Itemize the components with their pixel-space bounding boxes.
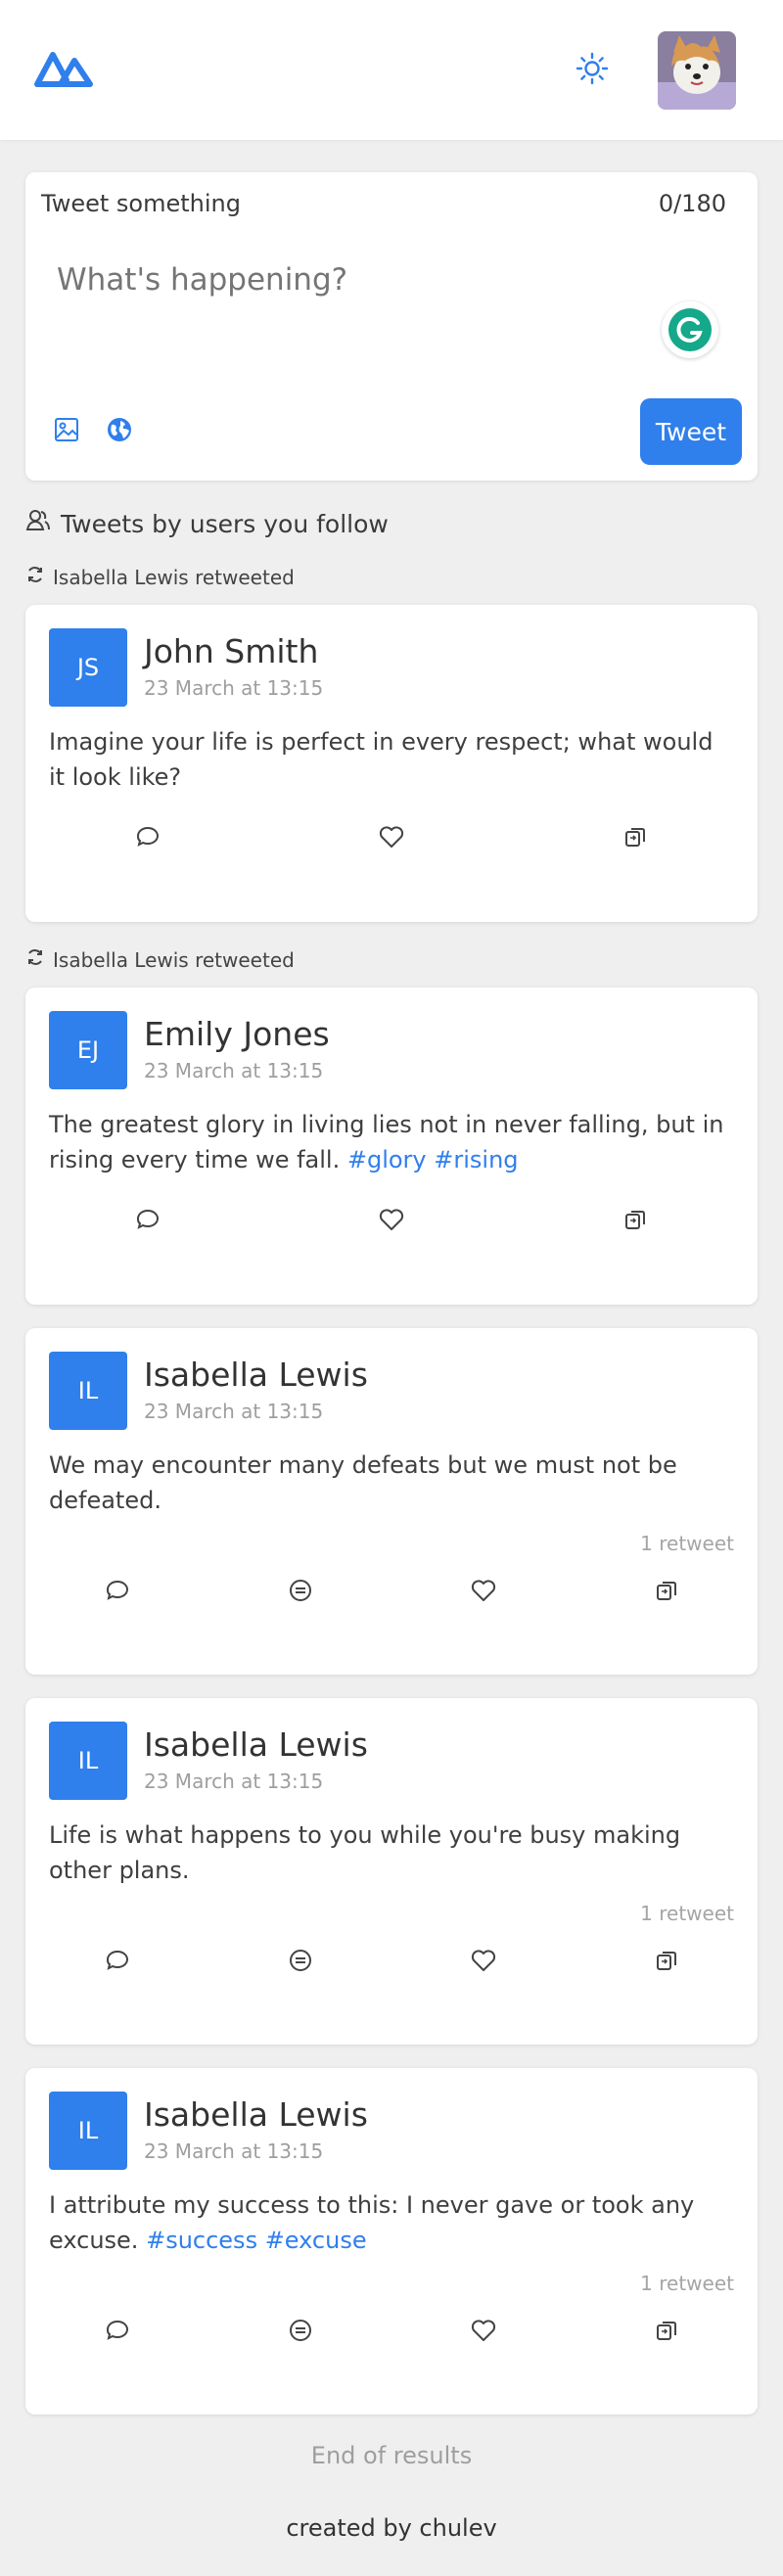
compose-title: Tweet something bbox=[41, 190, 241, 217]
top-bar bbox=[0, 0, 783, 140]
retweet-notice: Isabella Lewis retweeted bbox=[25, 947, 758, 972]
retweet-notice-text: Isabella Lewis retweeted bbox=[53, 947, 295, 972]
share-icon[interactable] bbox=[575, 1578, 758, 1603]
tweet-card[interactable]: IL Isabella Lewis 23 March at 13:15 Life… bbox=[25, 1698, 758, 2045]
like-icon[interactable] bbox=[392, 2318, 575, 2343]
char-counter: 0/180 bbox=[658, 190, 726, 217]
tweet-date: 23 March at 13:15 bbox=[144, 1400, 324, 1423]
tweet-text: Imagine your life is perfect in every re… bbox=[49, 728, 714, 791]
tweet-date: 23 March at 13:15 bbox=[144, 2139, 324, 2163]
options-icon[interactable] bbox=[208, 1948, 392, 1973]
like-icon[interactable] bbox=[392, 1578, 575, 1603]
share-icon[interactable] bbox=[513, 1207, 757, 1232]
retweet-count: 1 retweet bbox=[640, 2272, 734, 2295]
image-icon[interactable] bbox=[53, 416, 80, 447]
share-icon[interactable] bbox=[575, 2318, 758, 2343]
tweet-card[interactable]: EJ Emily Jones 23 March at 13:15 The gre… bbox=[25, 988, 758, 1305]
options-icon[interactable] bbox=[208, 2318, 392, 2343]
share-icon[interactable] bbox=[575, 1948, 758, 1973]
tweet-actions bbox=[25, 1948, 758, 1973]
tweet-input[interactable] bbox=[57, 262, 644, 298]
tweet-date: 23 March at 13:15 bbox=[144, 676, 324, 700]
tweet-actions bbox=[25, 1578, 758, 1603]
reply-icon[interactable] bbox=[25, 2318, 208, 2343]
avatar[interactable]: IL bbox=[49, 1722, 127, 1800]
avatar[interactable]: IL bbox=[49, 2092, 127, 2170]
tweet-card[interactable]: IL Isabella Lewis 23 March at 13:15 We m… bbox=[25, 1328, 758, 1675]
like-icon[interactable] bbox=[269, 824, 513, 850]
retweet-icon bbox=[25, 565, 45, 589]
retweet-notice-text: Isabella Lewis retweeted bbox=[53, 565, 295, 589]
feed-title: Tweets by users you follow bbox=[25, 508, 758, 539]
reply-icon[interactable] bbox=[25, 824, 269, 850]
tweet-text: We may encounter many defeats but we mus… bbox=[49, 1451, 677, 1514]
hashtags[interactable]: #glory #rising bbox=[347, 1146, 519, 1173]
footer-credit: created by chulev bbox=[286, 2514, 497, 2542]
author-name[interactable]: John Smith bbox=[144, 632, 323, 670]
tweet-card[interactable]: IL Isabella Lewis 23 March at 13:15 I at… bbox=[25, 2068, 758, 2415]
author-name[interactable]: Emily Jones bbox=[144, 1015, 330, 1053]
feed-title-text: Tweets by users you follow bbox=[61, 509, 389, 538]
avatar[interactable]: JS bbox=[49, 628, 127, 707]
tweet-text: Life is what happens to you while you're… bbox=[49, 1821, 681, 1884]
retweet-count: 1 retweet bbox=[640, 1902, 734, 1925]
reply-icon[interactable] bbox=[25, 1948, 208, 1973]
author-name[interactable]: Isabella Lewis bbox=[144, 1356, 368, 1394]
globe-icon[interactable] bbox=[106, 416, 133, 447]
user-avatar[interactable] bbox=[658, 30, 736, 110]
author-name[interactable]: Isabella Lewis bbox=[144, 2095, 368, 2134]
hashtags[interactable]: #success #excuse bbox=[146, 2227, 367, 2254]
avatar[interactable]: IL bbox=[49, 1352, 127, 1430]
options-icon[interactable] bbox=[208, 1578, 392, 1603]
compose-card: Tweet something 0/180 Tw bbox=[25, 172, 758, 481]
tweet-actions bbox=[25, 2318, 758, 2343]
reply-icon[interactable] bbox=[25, 1207, 269, 1232]
tweet-date: 23 March at 13:15 bbox=[144, 1770, 324, 1793]
share-icon[interactable] bbox=[513, 824, 757, 850]
reply-icon[interactable] bbox=[25, 1578, 208, 1603]
grammarly-icon[interactable] bbox=[662, 301, 718, 358]
tweet-button[interactable]: Tweet bbox=[640, 398, 742, 465]
tweet-date: 23 March at 13:15 bbox=[144, 1059, 324, 1082]
tweet-text: I attribute my success to this: I never … bbox=[49, 2191, 695, 2254]
users-icon bbox=[25, 508, 51, 539]
like-icon[interactable] bbox=[269, 1207, 513, 1232]
retweet-icon bbox=[25, 947, 45, 972]
tweet-card[interactable]: JS John Smith 23 March at 13:15 Imagine … bbox=[25, 605, 758, 922]
like-icon[interactable] bbox=[392, 1948, 575, 1973]
sun-icon[interactable] bbox=[576, 52, 609, 89]
app-logo-icon[interactable] bbox=[31, 47, 96, 94]
end-of-results: End of results bbox=[310, 2442, 473, 2469]
tweet-actions bbox=[25, 1207, 758, 1232]
retweet-notice: Isabella Lewis retweeted bbox=[25, 565, 758, 589]
avatar[interactable]: EJ bbox=[49, 1011, 127, 1089]
tweet-text: The greatest glory in living lies not in… bbox=[49, 1111, 724, 1173]
retweet-count: 1 retweet bbox=[640, 1532, 734, 1555]
author-name[interactable]: Isabella Lewis bbox=[144, 1725, 368, 1764]
tweet-actions bbox=[25, 824, 758, 850]
